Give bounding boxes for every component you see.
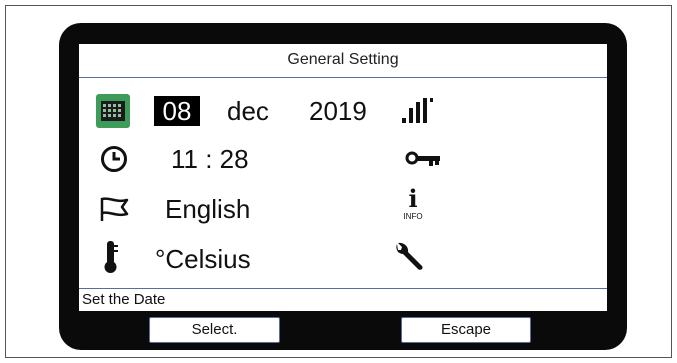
- info-letter: i: [408, 184, 418, 213]
- temperature-unit-field[interactable]: °Celsius: [155, 244, 251, 274]
- calendar-icon[interactable]: [96, 94, 130, 128]
- date-day-field[interactable]: 08: [154, 96, 200, 126]
- date-month-field[interactable]: dec: [227, 96, 269, 126]
- time-field[interactable]: 11 : 28: [171, 144, 249, 174]
- escape-softkey[interactable]: Escape: [401, 317, 531, 343]
- display-screen: General Setting 08 dec 2019 11 : 28 Engl…: [79, 44, 607, 311]
- wrench-icon[interactable]: [393, 240, 427, 274]
- clock-icon[interactable]: [100, 145, 128, 173]
- language-field[interactable]: English: [165, 194, 250, 224]
- select-softkey[interactable]: Select.: [149, 317, 280, 343]
- date-year-field[interactable]: 2019: [309, 96, 367, 126]
- info-label: INFO: [403, 212, 423, 221]
- thermometer-icon[interactable]: [102, 240, 120, 274]
- signal-icon[interactable]: [401, 96, 435, 126]
- info-icon[interactable]: i INFO: [399, 186, 427, 226]
- screen-title: General Setting: [79, 44, 607, 78]
- status-bar: Set the Date: [79, 288, 607, 311]
- flag-icon[interactable]: [100, 196, 130, 222]
- key-icon[interactable]: [405, 149, 441, 169]
